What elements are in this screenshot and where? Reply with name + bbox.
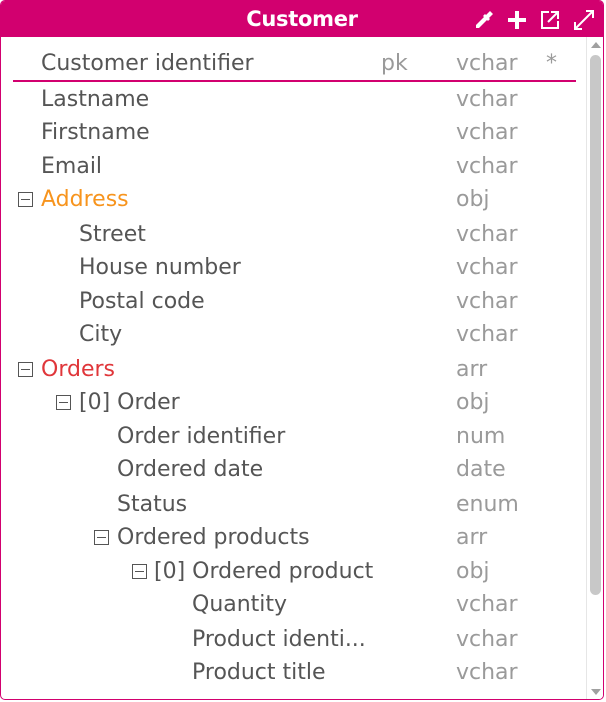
attribute-type: vchar	[456, 255, 518, 280]
attribute-name: Ordered products	[117, 525, 310, 550]
attribute-type: vchar	[456, 120, 518, 145]
attribute-row-orders[interactable]: Orders arr	[1, 353, 586, 386]
attribute-type: obj	[456, 187, 490, 212]
attribute-row-ordered-product[interactable]: [0] Ordered product obj	[1, 555, 586, 588]
attribute-type: vchar	[456, 51, 518, 76]
attribute-row-product-title[interactable]: Product title vchar	[1, 656, 586, 689]
attribute-name: Product title	[192, 660, 326, 685]
attribute-type: enum	[456, 492, 519, 517]
attribute-row-order[interactable]: [0] Order obj	[1, 386, 586, 419]
vertical-scrollbar[interactable]	[586, 37, 603, 699]
attribute-type: obj	[456, 559, 490, 584]
attribute-row-email[interactable]: Email vchar	[1, 150, 586, 183]
attribute-row-customer-identifier[interactable]: Customer identifier pk vchar *	[1, 47, 586, 80]
attribute-type: num	[456, 424, 506, 449]
attribute-name: Ordered date	[117, 457, 264, 482]
attribute-row-lastname[interactable]: Lastname vchar	[1, 83, 586, 116]
eyedropper-icon[interactable]	[473, 9, 495, 31]
attribute-row-firstname[interactable]: Firstname vchar	[1, 116, 586, 149]
attribute-name: Orders	[41, 357, 115, 382]
attribute-name: Lastname	[41, 87, 150, 112]
attribute-row-address[interactable]: Address obj	[1, 183, 586, 216]
collapse-toggle-icon[interactable]	[56, 395, 71, 410]
attribute-name: City	[79, 322, 123, 347]
open-external-icon[interactable]	[539, 9, 561, 31]
attribute-type: arr	[456, 525, 488, 550]
scrollbar-thumb[interactable]	[590, 55, 601, 595]
collapse-toggle-icon[interactable]	[18, 192, 33, 207]
attribute-name: House number	[79, 255, 241, 280]
attribute-type: vchar	[456, 87, 518, 112]
attribute-type: vchar	[456, 222, 518, 247]
attribute-name: [0] Ordered product	[154, 559, 374, 584]
attribute-type: vchar	[456, 592, 518, 617]
attribute-name: Order identifier	[117, 424, 286, 449]
attribute-type: vchar	[456, 322, 518, 347]
scroll-down-icon[interactable]	[591, 689, 601, 695]
attribute-row-quantity[interactable]: Quantity vchar	[1, 588, 586, 621]
attribute-name: Address	[41, 187, 129, 212]
attribute-type: obj	[456, 390, 490, 415]
attribute-name: Email	[41, 154, 103, 179]
plus-icon[interactable]	[506, 9, 528, 31]
primary-key-divider	[13, 80, 576, 82]
attribute-type: date	[456, 457, 506, 482]
attribute-name: Status	[117, 492, 188, 517]
attribute-name: Firstname	[41, 120, 150, 145]
collapse-toggle-icon[interactable]	[94, 530, 109, 545]
attribute-name: Postal code	[79, 289, 205, 314]
collapse-toggle-icon[interactable]	[132, 564, 147, 579]
attribute-row-street[interactable]: Street vchar	[1, 218, 586, 251]
attribute-row-product-identifier[interactable]: Product identi... vchar	[1, 623, 586, 656]
attribute-name: Customer identifier	[41, 51, 254, 76]
attribute-row-ordered-date[interactable]: Ordered date date	[1, 453, 586, 486]
attribute-row-order-identifier[interactable]: Order identifier num	[1, 420, 586, 453]
attribute-row-city[interactable]: City vchar	[1, 318, 586, 351]
attribute-type: arr	[456, 357, 488, 382]
collapse-toggle-icon[interactable]	[18, 362, 33, 377]
required-marker: *	[546, 51, 557, 76]
attribute-type: vchar	[456, 289, 518, 314]
attribute-name: Street	[79, 222, 146, 247]
attribute-row-house-number[interactable]: House number vchar	[1, 251, 586, 284]
attribute-type: vchar	[456, 660, 518, 685]
scroll-up-icon[interactable]	[591, 42, 601, 48]
entity-title-bar[interactable]: Customer	[1, 1, 603, 37]
attribute-name: Quantity	[192, 592, 288, 617]
attribute-row-postal-code[interactable]: Postal code vchar	[1, 285, 586, 318]
attribute-list: Customer identifier pk vchar * Lastname …	[1, 37, 586, 699]
attribute-type: vchar	[456, 627, 518, 652]
attribute-name: Product identi...	[192, 627, 366, 652]
customer-entity-box[interactable]: Customer Customer identifier pk vchar * …	[0, 0, 604, 700]
attribute-row-status[interactable]: Status enum	[1, 488, 586, 521]
expand-icon[interactable]	[573, 9, 595, 31]
primary-key-label: pk	[381, 51, 408, 76]
attribute-type: vchar	[456, 154, 518, 179]
attribute-name: [0] Order	[79, 390, 180, 415]
attribute-row-ordered-products[interactable]: Ordered products arr	[1, 521, 586, 554]
